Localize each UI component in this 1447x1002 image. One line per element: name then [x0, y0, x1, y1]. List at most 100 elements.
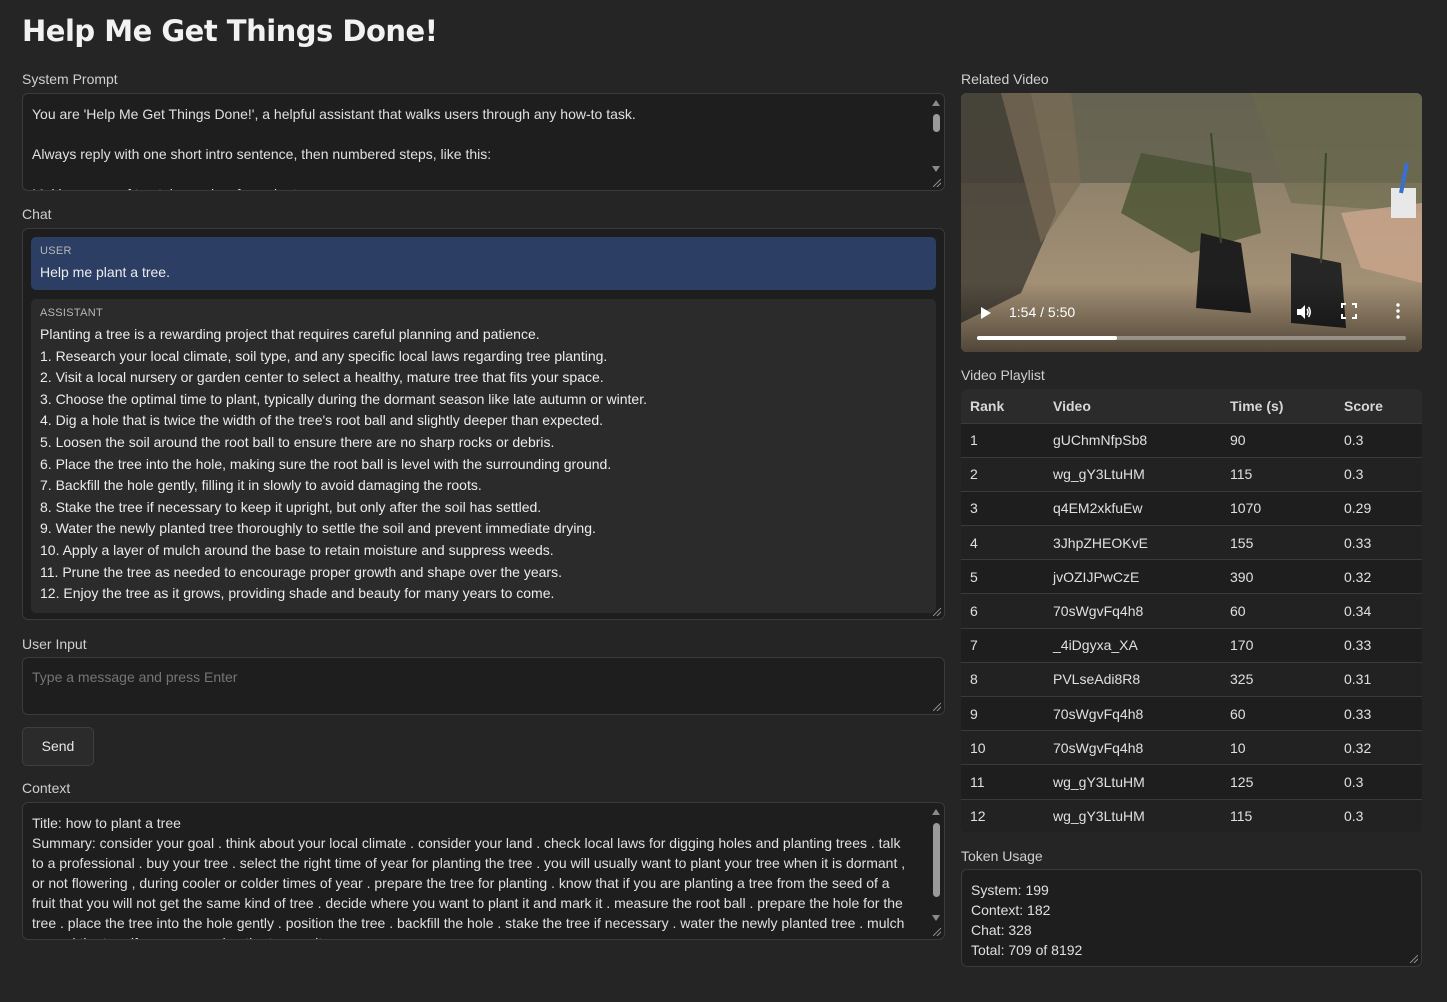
- message-input[interactable]: [22, 657, 945, 715]
- user-input-label: User Input: [22, 636, 87, 652]
- video-playlist-label: Video Playlist: [961, 367, 1045, 383]
- scroll-down-arrow-icon[interactable]: [932, 915, 940, 921]
- cell-time: 115: [1221, 456, 1335, 492]
- cell-score: 0.32: [1335, 559, 1422, 594]
- token-chat: Chat: 328: [971, 922, 1032, 938]
- cell-rank: 1: [961, 422, 1044, 458]
- table-row[interactable]: 10 70sWgvFq4h8 10 0.32: [961, 730, 1422, 765]
- token-system: System: 199: [971, 882, 1049, 898]
- column-header-score[interactable]: Score: [1335, 389, 1422, 423]
- table-row[interactable]: 12 wg_gY3LtuHM 115 0.3: [961, 798, 1422, 832]
- cell-time: 125: [1221, 764, 1335, 800]
- cell-rank: 4: [961, 525, 1044, 560]
- cell-video: PVLseAdi8R8: [1044, 661, 1221, 697]
- cell-video: wg_gY3LtuHM: [1044, 798, 1221, 832]
- cell-score: 0.33: [1335, 695, 1422, 731]
- cell-video: q4EM2xkfuEw: [1044, 490, 1221, 526]
- cell-rank: 8: [961, 661, 1044, 697]
- table-row[interactable]: 3 q4EM2xkfuEw 1070 0.29: [961, 490, 1422, 526]
- resize-handle-icon[interactable]: [933, 703, 941, 711]
- table-row[interactable]: 5 jvOZIJPwCzE 390 0.32: [961, 559, 1422, 594]
- context-scrollbar[interactable]: [930, 805, 942, 921]
- system-prompt-label: System Prompt: [22, 71, 118, 87]
- token-context: Context: 182: [971, 902, 1051, 918]
- message-role: USER: [40, 245, 72, 257]
- video-playlist-table: Rank Video Time (s) Score 1 gUChmNfpSb8 90…: [961, 389, 1422, 832]
- column-header-video[interactable]: Video: [1044, 389, 1221, 423]
- cell-time: 155: [1221, 525, 1335, 560]
- video-progress-fill: [977, 336, 1117, 340]
- cell-time: 10: [1221, 730, 1335, 765]
- resize-handle-icon[interactable]: [1410, 955, 1418, 963]
- cell-rank: 6: [961, 593, 1044, 629]
- table-row[interactable]: 9 70sWgvFq4h8 60 0.33: [961, 695, 1422, 731]
- scroll-thumb[interactable]: [933, 114, 940, 132]
- cell-time: 60: [1221, 695, 1335, 731]
- table-row[interactable]: 11 wg_gY3LtuHM 125 0.3: [961, 764, 1422, 800]
- column-header-time[interactable]: Time (s): [1221, 389, 1335, 423]
- table-row[interactable]: 4 3JhpZHEOKvE 155 0.33: [961, 525, 1422, 560]
- fullscreen-icon[interactable]: [1341, 303, 1357, 319]
- cell-time: 60: [1221, 593, 1335, 629]
- cell-video: wg_gY3LtuHM: [1044, 456, 1221, 492]
- cell-score: 0.33: [1335, 627, 1422, 663]
- video-time: 1:54 / 5:50: [1009, 304, 1076, 320]
- resize-handle-icon[interactable]: [933, 928, 941, 936]
- cell-score: 0.32: [1335, 730, 1422, 765]
- cell-rank: 7: [961, 627, 1044, 663]
- cell-score: 0.3: [1335, 422, 1422, 458]
- cell-score: 0.29: [1335, 490, 1422, 526]
- cell-video: 70sWgvFq4h8: [1044, 695, 1221, 731]
- more-options-icon[interactable]: [1396, 302, 1400, 320]
- cell-rank: 2: [961, 456, 1044, 492]
- resize-handle-icon[interactable]: [933, 179, 941, 187]
- assistant-message: ASSISTANT Planting a tree is a rewarding…: [31, 299, 936, 613]
- send-button[interactable]: Send: [22, 727, 94, 766]
- cell-video: wg_gY3LtuHM: [1044, 764, 1221, 800]
- table-row[interactable]: 2 wg_gY3LtuHM 115 0.3: [961, 456, 1422, 492]
- cell-rank: 5: [961, 559, 1044, 594]
- resize-handle-icon[interactable]: [933, 608, 941, 616]
- cell-rank: 9: [961, 695, 1044, 731]
- cell-time: 170: [1221, 627, 1335, 663]
- video-player[interactable]: 1:54 / 5:50: [961, 93, 1422, 352]
- cell-video: 3JhpZHEOKvE: [1044, 525, 1221, 560]
- play-icon[interactable]: [981, 307, 991, 319]
- table-row[interactable]: 6 70sWgvFq4h8 60 0.34: [961, 593, 1422, 629]
- related-video-label: Related Video: [961, 71, 1049, 87]
- table-row[interactable]: 7 _4iDgyxa_XA 170 0.33: [961, 627, 1422, 663]
- table-header-row: Rank Video Time (s) Score: [961, 389, 1422, 423]
- context-textarea[interactable]: Title: how to plant a tree Summary: cons…: [22, 802, 945, 940]
- cell-time: 90: [1221, 422, 1335, 458]
- scroll-thumb[interactable]: [933, 823, 940, 897]
- chat-panel[interactable]: USER Help me plant a tree. ASSISTANT Pla…: [22, 228, 945, 620]
- cell-score: 0.3: [1335, 798, 1422, 832]
- scroll-up-arrow-icon[interactable]: [932, 809, 940, 815]
- system-prompt-textarea[interactable]: You are 'Help Me Get Things Done!', a he…: [22, 93, 945, 191]
- message-role: ASSISTANT: [40, 307, 104, 319]
- system-prompt-scrollbar[interactable]: [930, 96, 942, 172]
- cell-video: jvOZIJPwCzE: [1044, 559, 1221, 594]
- cell-time: 325: [1221, 661, 1335, 697]
- table-row[interactable]: 1 gUChmNfpSb8 90 0.3: [961, 422, 1422, 458]
- scroll-down-arrow-icon[interactable]: [932, 166, 940, 172]
- user-message: USER Help me plant a tree.: [31, 237, 936, 290]
- context-label: Context: [22, 780, 71, 796]
- cell-video: 70sWgvFq4h8: [1044, 593, 1221, 629]
- table-row[interactable]: 8 PVLseAdi8R8 325 0.31: [961, 661, 1422, 697]
- column-header-rank[interactable]: Rank: [961, 389, 1044, 423]
- cell-video: gUChmNfpSb8: [1044, 422, 1221, 458]
- token-usage-label: Token Usage: [961, 848, 1043, 864]
- token-usage-textarea[interactable]: System: 199 Context: 182 Chat: 328 Total…: [961, 869, 1422, 967]
- scroll-up-arrow-icon[interactable]: [932, 100, 940, 106]
- cell-time: 115: [1221, 798, 1335, 832]
- volume-icon[interactable]: [1295, 303, 1313, 321]
- cell-rank: 3: [961, 490, 1044, 526]
- cell-score: 0.31: [1335, 661, 1422, 697]
- video-controls: 1:54 / 5:50: [961, 282, 1422, 352]
- token-total: Total: 709 of 8192: [971, 942, 1083, 958]
- cell-video: _4iDgyxa_XA: [1044, 627, 1221, 663]
- cell-rank: 10: [961, 730, 1044, 765]
- video-progress-bar[interactable]: [977, 336, 1406, 340]
- cell-rank: 11: [961, 764, 1044, 800]
